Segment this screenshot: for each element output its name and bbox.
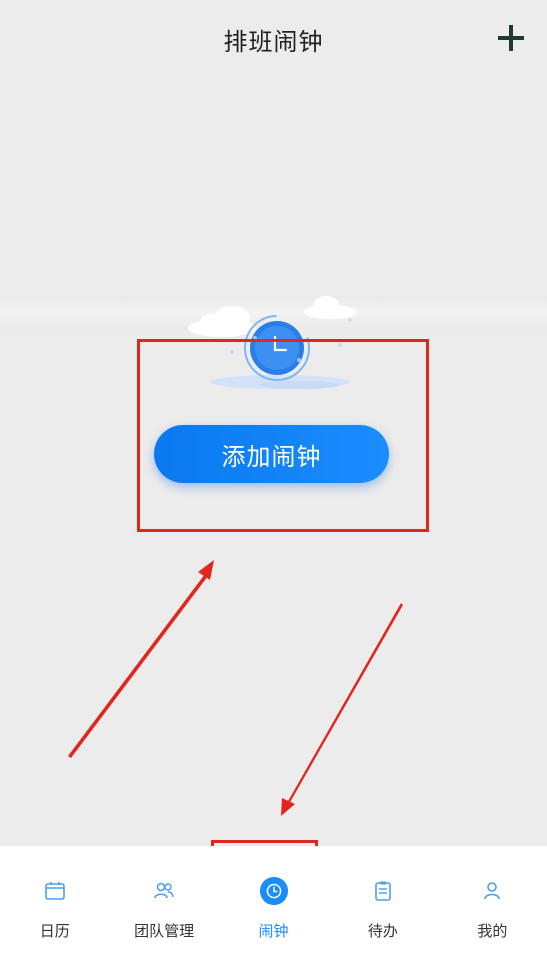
annotation-box-add-alarm bbox=[137, 339, 429, 532]
tab-label: 闹钟 bbox=[258, 922, 289, 940]
arrow-right bbox=[281, 603, 403, 816]
arrow-left bbox=[68, 560, 214, 758]
clipboard-icon bbox=[375, 881, 391, 901]
tab-calendar[interactable]: 日历 bbox=[0, 846, 109, 954]
team-icon bbox=[154, 882, 174, 899]
tab-label: 团队管理 bbox=[134, 922, 195, 940]
plus-icon bbox=[498, 25, 524, 51]
tab-label: 日历 bbox=[39, 922, 70, 940]
tab-label: 待办 bbox=[367, 922, 398, 940]
add-alarm-top-button[interactable] bbox=[493, 20, 529, 56]
tab-label: 我的 bbox=[477, 922, 508, 940]
cloud-left bbox=[188, 306, 256, 337]
app-header: 排班闹钟 bbox=[0, 0, 547, 80]
cloud-right bbox=[304, 296, 356, 319]
tab-profile[interactable]: 我的 bbox=[438, 846, 547, 954]
calendar-icon bbox=[44, 882, 65, 900]
user-icon bbox=[484, 882, 501, 900]
tab-team-management[interactable]: 团队管理 bbox=[109, 846, 218, 954]
tab-todo[interactable]: 待办 bbox=[328, 846, 437, 954]
clock-icon bbox=[259, 876, 288, 906]
page-title: 排班闹钟 bbox=[223, 27, 324, 56]
bottom-tab-bar: 日历 团队管理 闹钟 待办 我的 bbox=[0, 846, 547, 954]
tab-alarm[interactable]: 闹钟 bbox=[219, 846, 328, 954]
